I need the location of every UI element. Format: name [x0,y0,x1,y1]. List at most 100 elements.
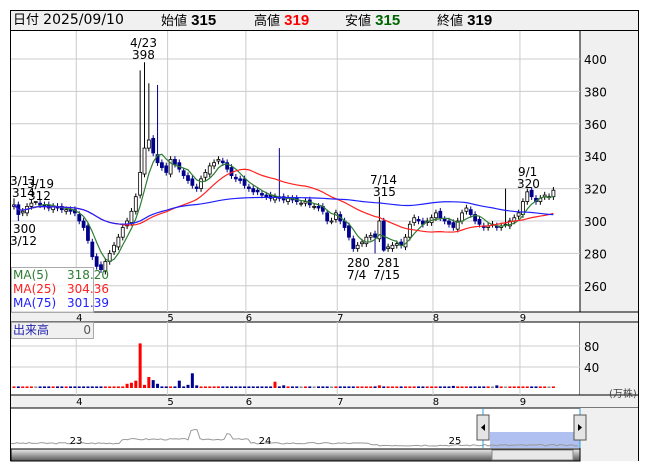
candle-body [312,206,317,208]
candle-body [464,207,469,212]
volume-tick-label: 80 [584,340,599,354]
volume-bar [482,386,486,388]
month-tick-label: 5 [167,313,173,324]
volume-bar [308,386,312,388]
candle-body [138,171,143,196]
candle-body [38,202,42,206]
candle-body [181,170,186,177]
volume-bar [417,386,421,388]
month-tick-label: 8 [433,313,439,324]
month-tick-label: 4 [76,397,82,408]
candle-body [29,202,34,207]
candle-body [151,137,156,154]
volume-bar [373,386,377,388]
candle-body [238,178,243,181]
volume-bar [160,386,164,388]
volume-bar [412,386,416,388]
volume-bar [456,386,460,388]
volume-bar [512,386,516,388]
volume-bar [404,386,407,388]
volume-bar [86,386,90,388]
volume-bar [129,382,133,388]
volume-bar [38,386,42,388]
volume-bar [491,386,494,388]
candle-body [186,175,190,181]
candle-body [416,218,421,222]
volume-bar [286,386,290,388]
volume-bar [504,386,508,388]
candle-body [325,212,330,222]
price-tick-label: 400 [584,53,607,67]
volume-bar [90,386,94,388]
volume-bar [182,386,186,388]
candle-body [112,244,116,253]
volume-bar [390,386,394,388]
month-tick-label: 5 [167,397,173,408]
candle-body [146,139,151,149]
volume-bar [21,386,25,388]
volume-bar [116,386,120,388]
scrollbar-thumb[interactable] [491,449,574,461]
candle-body [360,241,364,245]
month-tick-label: 6 [246,313,252,324]
volume-bar [551,386,555,388]
volume-tick-label: 40 [584,361,599,375]
volume-bar [338,386,342,388]
volume-bar [395,386,399,388]
volume-bar [208,386,212,388]
candle-body [77,214,82,222]
volume-bar [230,386,233,388]
month-tick-label: 7 [337,397,343,408]
candle-body [142,147,147,175]
volume-bar [138,343,142,388]
volume-bar [399,386,403,388]
candle-body [86,225,90,241]
volume-bar [238,386,242,388]
candle-body [159,162,164,168]
volume-bar [29,386,33,388]
candle-body [242,178,247,186]
chart-canvas[interactable]: 4455667788994003803603403203002802608040… [0,0,653,470]
volume-bar [469,386,473,388]
annotation: 398 [132,48,155,62]
volume-bar [317,386,320,388]
candle-body [364,236,369,245]
volume-bar [486,386,490,388]
legend-ma25-label: MA(25) [13,282,57,296]
volume-bar [434,386,438,388]
volume-bar [190,373,194,388]
price-tick-label: 340 [584,150,607,164]
volume-bar [538,386,542,388]
volume-bar [99,386,103,388]
volume-bar [369,386,373,388]
annotation: 312 [28,189,51,203]
volume-bar [521,386,525,388]
candle-body [133,196,138,212]
legend-ma5-label: MA(5) [13,268,49,282]
volume-bar [356,386,360,388]
month-tick-label: 6 [246,397,252,408]
volume-bar [547,386,551,388]
volume-bar [195,385,199,388]
candle-body [20,210,25,214]
candle-body [447,220,451,225]
volume-bar [16,386,20,388]
volume-bar [164,386,168,388]
volume-bar [73,386,77,388]
volume-bar [364,386,368,388]
volume-bar [42,386,46,388]
volume-bar [447,386,451,388]
candle-body [190,178,195,186]
volume-bar [517,386,521,388]
volume-bar [495,385,499,388]
volume-bar [430,386,434,388]
candle-body [64,209,69,212]
volume-bar [169,386,173,388]
price-tick-label: 360 [584,118,607,132]
month-tick-label: 9 [520,397,526,408]
volume-bar [464,386,468,388]
candle-body [81,220,86,228]
candle-body [347,225,351,238]
candle-body [260,193,264,196]
candle-body [442,218,447,222]
